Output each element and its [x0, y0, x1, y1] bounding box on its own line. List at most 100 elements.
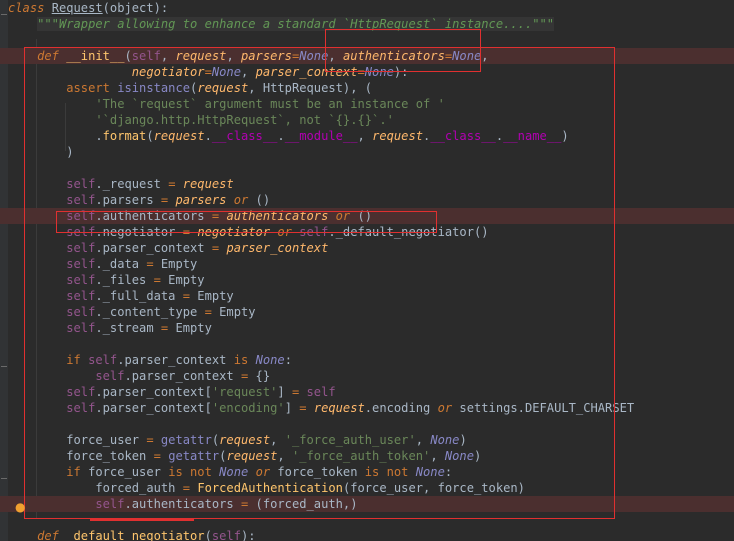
code-token: def [37, 529, 59, 541]
code-line[interactable]: def _default_negotiator(self): [0, 528, 734, 541]
code-token: self [131, 49, 161, 63]
code-token: Empty [153, 257, 198, 271]
code-editor[interactable]: class Request(object): """Wrapper allowi… [0, 0, 734, 541]
code-line[interactable]: class Request(object): [0, 0, 734, 16]
code-token: self [66, 401, 96, 415]
code-line[interactable]: .format(request.__class__.__module__, re… [0, 128, 734, 144]
code-line-text: 'The `request` argument must be an insta… [8, 96, 445, 112]
code-token: . [8, 129, 103, 143]
code-token: ForcedAuthentication [197, 481, 343, 495]
code-token: ._full_data [95, 289, 183, 303]
code-line[interactable]: """Wrapper allowing to enhance a standar… [0, 16, 734, 32]
code-token: None [211, 65, 241, 79]
code-line[interactable]: self._files = Empty [0, 272, 734, 288]
code-line-text: self.parser_context['request'] = self [8, 384, 335, 400]
code-token: , [430, 449, 445, 463]
code-line[interactable]: self.authenticators = (forced_auth,) [0, 496, 734, 512]
code-line-text: force_user = getattr(request, '_force_au… [8, 432, 466, 448]
code-token: = [299, 401, 307, 415]
code-token: (object): [102, 1, 169, 15]
code-line[interactable]: self.parser_context = {} [0, 368, 734, 384]
code-line[interactable]: self.parser_context['encoding'] = reques… [0, 400, 734, 416]
code-line[interactable]: '`django.http.HttpRequest`, not `{}.{}`.… [0, 112, 734, 128]
code-token: self [66, 193, 96, 207]
code-line[interactable]: self._full_data = Empty [0, 288, 734, 304]
code-line[interactable]: if force_user is not None or force_token… [0, 464, 734, 480]
code-line[interactable]: 'The `request` argument must be an insta… [0, 96, 734, 112]
code-token: or [335, 209, 351, 223]
code-token: ._stream [95, 321, 161, 335]
code-line[interactable] [0, 160, 734, 176]
code-line[interactable]: force_user = getattr(request, '_force_au… [0, 432, 734, 448]
code-token: : [444, 465, 453, 479]
code-token: Empty [190, 289, 234, 303]
code-token: self [211, 529, 241, 541]
code-token: .parser_context[ [95, 385, 212, 399]
code-line[interactable] [0, 416, 734, 432]
code-token: ) [561, 129, 569, 143]
code-line[interactable]: self.negotiator = negotiator or self._de… [0, 224, 734, 240]
code-line[interactable]: def __init__(self, request, parsers=None… [0, 48, 734, 64]
code-token: authenticators [226, 209, 329, 223]
code-line[interactable]: self.parser_context = parser_context [0, 240, 734, 256]
code-token: None [430, 433, 460, 447]
code-token: = [182, 481, 191, 495]
code-line[interactable]: ) [0, 144, 734, 160]
code-token: class [8, 1, 45, 15]
code-line[interactable]: self._stream = Empty [0, 320, 734, 336]
code-token: format [102, 129, 147, 143]
code-line-text: self._stream = Empty [8, 320, 212, 336]
code-token: request [175, 49, 227, 63]
code-token: 'request' [211, 385, 278, 399]
code-line[interactable]: self.parser_context['request'] = self [0, 384, 734, 400]
code-line[interactable]: self.parsers = parsers or () [0, 192, 734, 208]
code-token: None [255, 353, 285, 367]
code-token: .parser_context [124, 369, 241, 383]
lightbulb-icon[interactable]: ● [15, 501, 25, 513]
code-token: .negotiator [95, 225, 183, 239]
code-token: None [452, 49, 482, 63]
code-line[interactable]: self._request = request [0, 176, 734, 192]
code-line[interactable]: assert isinstance(request, HttpRequest),… [0, 80, 734, 96]
code-line-text: self._data = Empty [8, 256, 197, 272]
code-line[interactable] [0, 32, 734, 48]
code-token: self [66, 305, 96, 319]
code-line[interactable] [0, 336, 734, 352]
code-token: self [66, 273, 96, 287]
code-line[interactable]: self._content_type = Empty [0, 304, 734, 320]
code-line[interactable]: self.authenticators = authenticators or … [0, 208, 734, 224]
code-line-text: self.authenticators = (forced_auth,) [8, 496, 357, 512]
code-token: .parsers [95, 193, 161, 207]
code-token: 'encoding' [211, 401, 285, 415]
code-token: '`django.http.HttpRequest`, not `{}.{}`.… [95, 113, 394, 127]
code-token: ( [124, 49, 132, 63]
code-token: self [66, 289, 96, 303]
code-token: ._files [95, 273, 154, 287]
code-token: request [313, 401, 365, 415]
code-line[interactable]: if self.parser_context is None: [0, 352, 734, 368]
code-line[interactable]: force_token = getattr(request, '_force_a… [0, 448, 734, 464]
code-token: if [66, 353, 81, 367]
code-line[interactable]: self._data = Empty [0, 256, 734, 272]
code-token: self [299, 225, 329, 239]
code-line[interactable]: forced_auth = ForcedAuthentication(force… [0, 480, 734, 496]
code-token: force_user [8, 433, 147, 447]
code-line[interactable]: negotiator=None, parser_context=None): [0, 64, 734, 80]
code-token: parsers [175, 193, 227, 207]
code-token: ) [474, 449, 482, 463]
